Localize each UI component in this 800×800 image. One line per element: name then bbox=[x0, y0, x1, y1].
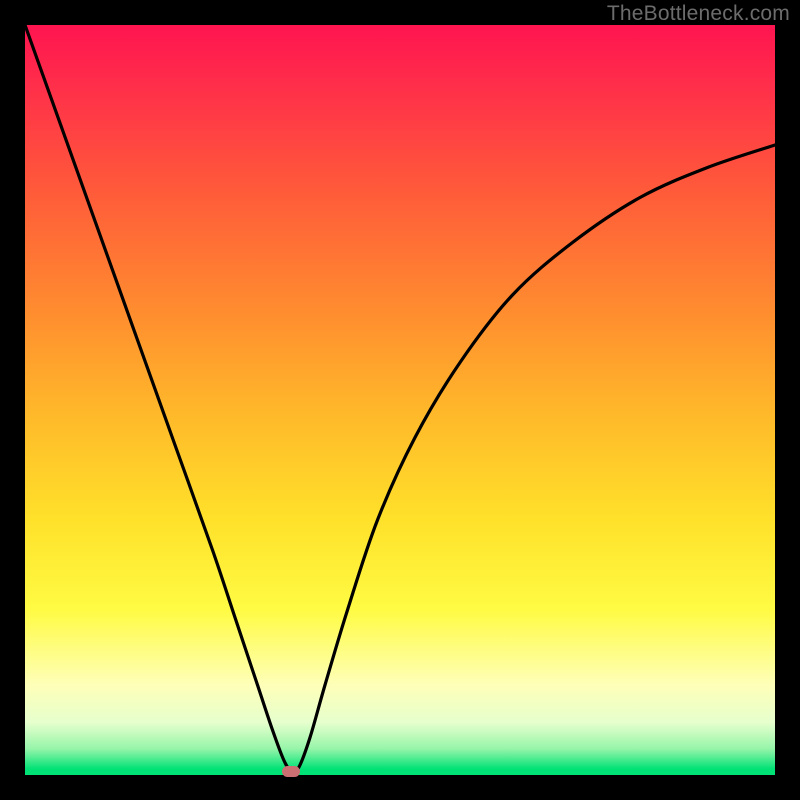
bottleneck-curve bbox=[25, 25, 775, 775]
watermark-text: TheBottleneck.com bbox=[607, 2, 790, 26]
optimal-point-marker bbox=[282, 766, 300, 777]
chart-frame bbox=[25, 25, 775, 775]
